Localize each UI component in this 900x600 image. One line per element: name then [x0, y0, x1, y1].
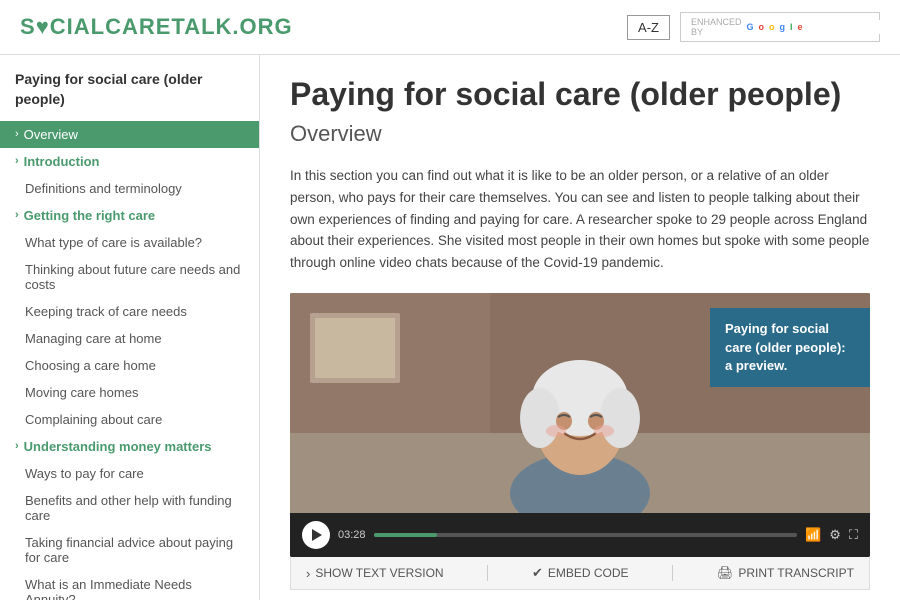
sidebar-label: Benefits and other help with funding car… [25, 493, 244, 523]
sidebar-item-thinking-future[interactable]: Thinking about future care needs and cos… [0, 256, 259, 298]
time-display: 03:28 [338, 529, 366, 541]
sidebar-label: Moving care homes [25, 385, 138, 400]
print-icon: 🖨 [717, 565, 734, 581]
sidebar-item-keeping-track[interactable]: Keeping track of care needs [0, 298, 259, 325]
sidebar-item-moving-homes[interactable]: Moving care homes [0, 379, 259, 406]
sidebar-item-getting-right-care[interactable]: › Getting the right care [0, 202, 259, 229]
sidebar-item-ways-to-pay[interactable]: Ways to pay for care [0, 460, 259, 487]
page-subtitle: Overview [290, 121, 870, 147]
sidebar-label: Complaining about care [25, 412, 162, 427]
sidebar-label: Understanding money matters [24, 439, 212, 454]
print-transcript-button[interactable]: 🖨 PRINT TRANSCRIPT [717, 565, 854, 581]
video-footer: › SHOW TEXT VERSION ✔ EMBED CODE 🖨 PRINT… [290, 557, 870, 590]
video-controls: 03:28 📶 ⚙ ⛶ [290, 513, 870, 557]
chevron-icon: › [15, 440, 19, 452]
sidebar-item-definitions[interactable]: Definitions and terminology [0, 175, 259, 202]
sidebar: Paying for social care (older people) › … [0, 55, 260, 600]
sidebar-label: Overview [24, 127, 78, 142]
sidebar-label: Definitions and terminology [25, 181, 182, 196]
sidebar-item-financial-advice[interactable]: Taking financial advice about paying for… [0, 529, 259, 571]
search-container: ENHANCED BY Google [680, 12, 880, 42]
sidebar-label: Thinking about future care needs and cos… [25, 262, 244, 292]
sidebar-item-benefits[interactable]: Benefits and other help with funding car… [0, 487, 259, 529]
site-logo[interactable]: S♥CIALCARETALK.ORG [20, 14, 293, 40]
embed-code-button[interactable]: ✔ EMBED CODE [532, 565, 629, 581]
sidebar-label: Choosing a care home [25, 358, 156, 373]
volume-icon[interactable]: 📶 [805, 527, 821, 543]
logo-text-rest: CIALCARETALK.ORG [50, 14, 293, 39]
video-container: Paying for social care (older people): a… [290, 293, 870, 557]
play-button[interactable] [302, 521, 330, 549]
sidebar-item-complaining[interactable]: Complaining about care [0, 406, 259, 433]
logo-text-s: S [20, 14, 36, 39]
sidebar-label: Ways to pay for care [25, 466, 144, 481]
search-enhanced-label: ENHANCED BY [691, 17, 742, 37]
search-input[interactable] [808, 20, 900, 34]
sidebar-label: Getting the right care [24, 208, 155, 223]
sidebar-label: Taking financial advice about paying for… [25, 535, 244, 565]
fullscreen-icon[interactable]: ⛶ [849, 527, 858, 543]
progress-bar[interactable] [374, 533, 798, 537]
page-title: Paying for social care (older people) [290, 75, 870, 113]
header-right: A-Z ENHANCED BY Google [627, 12, 880, 42]
main-content: Paying for social care (older people) Ov… [260, 55, 900, 600]
print-label: PRINT TRANSCRIPT [738, 566, 854, 580]
footer-divider [487, 565, 488, 581]
chevron-icon: › [15, 155, 19, 167]
sidebar-item-managing-care[interactable]: Managing care at home [0, 325, 259, 352]
sidebar-item-understanding-money[interactable]: › Understanding money matters [0, 433, 259, 460]
sidebar-item-overview[interactable]: › Overview [0, 121, 259, 148]
sidebar-label: Introduction [24, 154, 100, 169]
sidebar-item-immediate-needs[interactable]: What is an Immediate Needs Annuity? [0, 571, 259, 600]
sidebar-item-what-type-care[interactable]: What type of care is available? [0, 229, 259, 256]
progress-fill [374, 533, 438, 537]
footer-divider-2 [672, 565, 673, 581]
settings-icon[interactable]: ⚙ [829, 527, 841, 543]
sidebar-item-choosing-home[interactable]: Choosing a care home [0, 352, 259, 379]
az-button[interactable]: A-Z [627, 15, 670, 40]
show-text-version-button[interactable]: › SHOW TEXT VERSION [306, 566, 444, 581]
sidebar-label: Managing care at home [25, 331, 162, 346]
sidebar-label: What is an Immediate Needs Annuity? [25, 577, 244, 600]
play-small-icon: › [306, 566, 310, 581]
embed-label: EMBED CODE [548, 566, 629, 580]
show-text-label: SHOW TEXT VERSION [315, 566, 443, 580]
chevron-icon: › [15, 128, 19, 140]
sidebar-item-introduction[interactable]: › Introduction [0, 148, 259, 175]
embed-icon: ✔ [532, 565, 543, 581]
sidebar-label: Keeping track of care needs [25, 304, 187, 319]
logo-heart: ♥ [36, 14, 50, 39]
video-overlay-title: Paying for social care (older people): a… [710, 308, 870, 387]
page-intro-text: In this section you can find out what it… [290, 165, 870, 273]
sidebar-title: Paying for social care (older people) [0, 70, 259, 121]
main-layout: Paying for social care (older people) › … [0, 55, 900, 600]
sidebar-label: What type of care is available? [25, 235, 202, 250]
site-header: S♥CIALCARETALK.ORG A-Z ENHANCED BY Googl… [0, 0, 900, 55]
chevron-icon: › [15, 209, 19, 221]
video-preview: Paying for social care (older people): a… [290, 293, 870, 513]
